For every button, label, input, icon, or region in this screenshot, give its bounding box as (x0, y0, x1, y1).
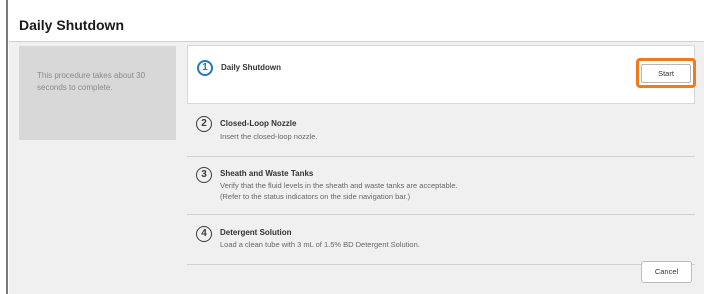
step-3-description: Verify that the fluid levels in the shea… (220, 181, 458, 190)
cancel-button[interactable]: Cancel (641, 261, 692, 283)
window-edge (6, 0, 8, 294)
step-1-title: Daily Shutdown (221, 63, 281, 72)
step-3: 3 Sheath and Waste Tanks Verify that the… (187, 156, 695, 215)
info-panel: This procedure takes about 30 seconds to… (19, 46, 176, 140)
step-4-title: Detergent Solution (220, 228, 292, 237)
dialog-header: Daily Shutdown (9, 10, 704, 42)
step-3-number-icon: 3 (196, 167, 212, 183)
step-2-number-icon: 2 (196, 116, 212, 132)
step-4: 4 Detergent Solution Load a clean tube w… (187, 214, 695, 265)
start-button[interactable]: Start (641, 64, 691, 83)
step-1: 1 Daily Shutdown Start (187, 45, 696, 104)
step-4-description: Load a clean tube with 3 mL of 1.5% BD D… (220, 240, 420, 249)
start-button-highlight: Start (636, 58, 696, 88)
step-2-description: Insert the closed-loop nozzle. (220, 132, 318, 141)
step-2: 2 Closed-Loop Nozzle Insert the closed-l… (187, 104, 695, 157)
daily-shutdown-dialog: Daily Shutdown This procedure takes abou… (9, 10, 704, 294)
step-3-description-note: (Refer to the status indicators on the s… (220, 192, 411, 201)
step-1-number-icon: 1 (197, 60, 213, 76)
step-3-title: Sheath and Waste Tanks (220, 169, 314, 178)
step-2-title: Closed-Loop Nozzle (220, 119, 297, 128)
procedure-duration-text: This procedure takes about 30 seconds to… (37, 71, 146, 92)
dialog-title: Daily Shutdown (19, 17, 124, 33)
step-4-number-icon: 4 (196, 226, 212, 242)
